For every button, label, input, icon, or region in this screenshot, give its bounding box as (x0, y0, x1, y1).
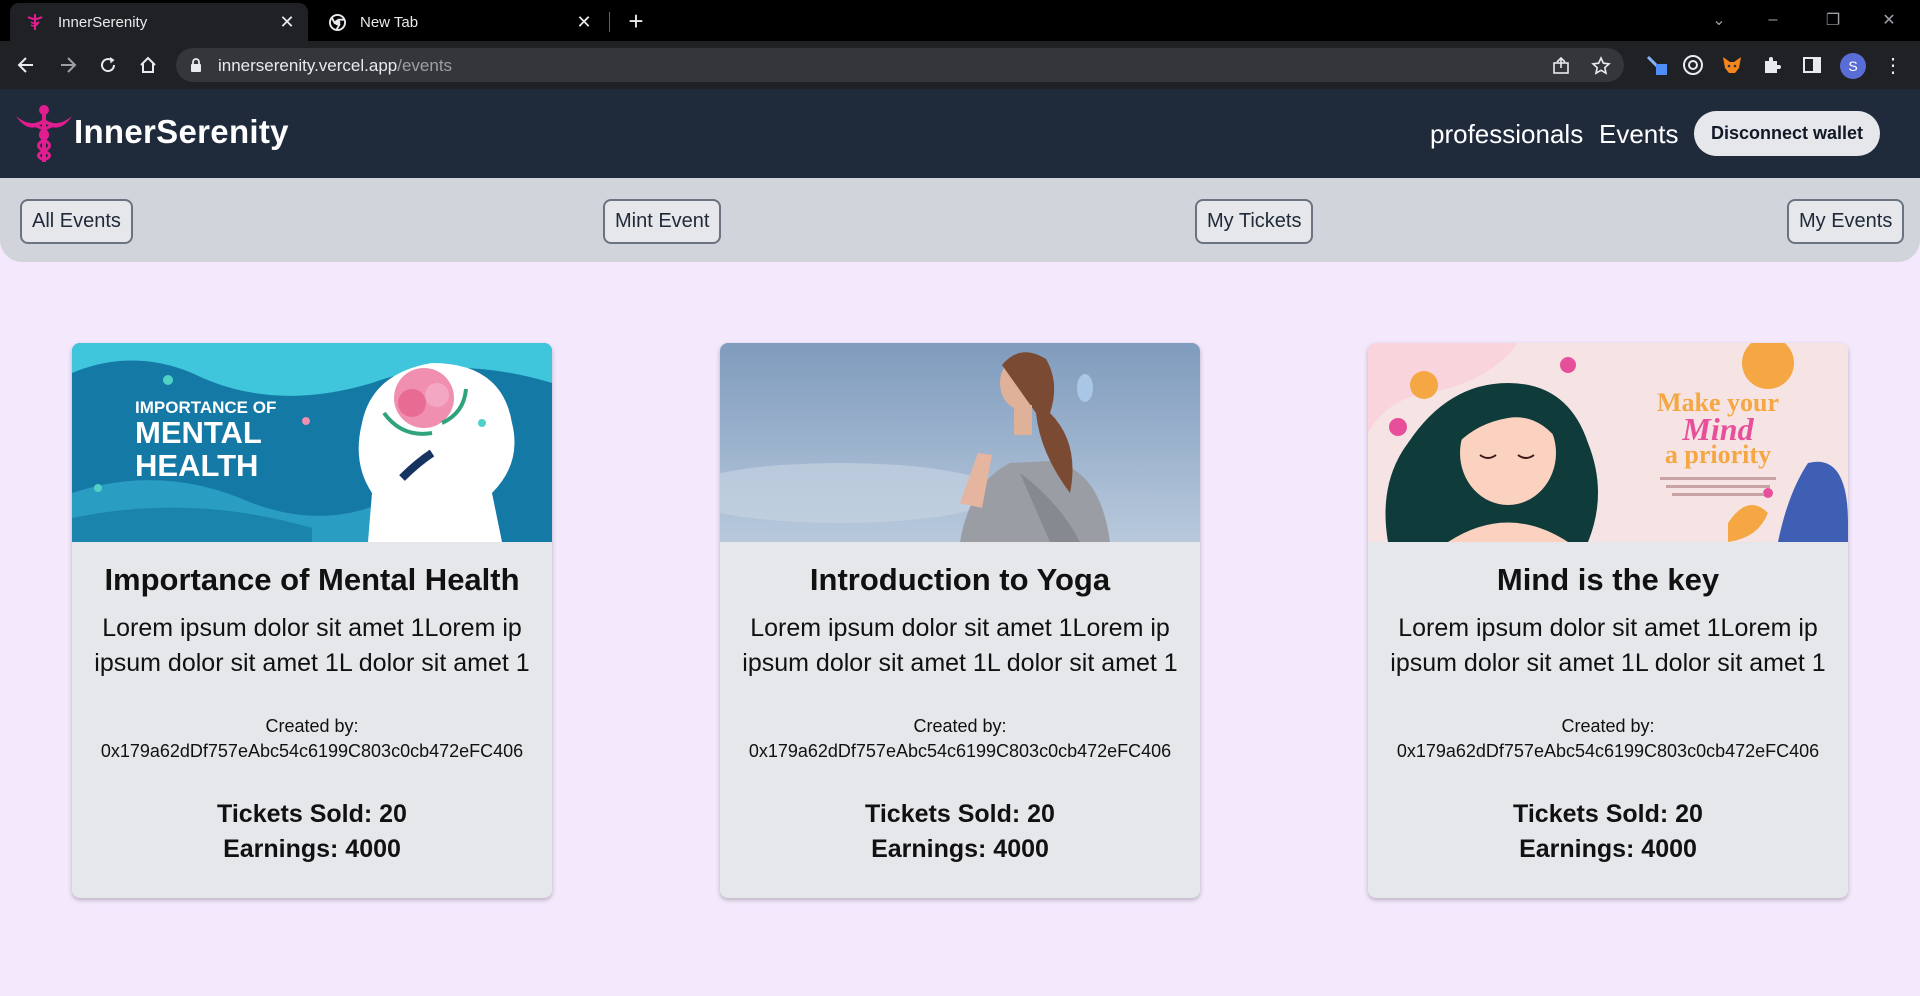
yoga-event-image (720, 343, 1200, 542)
url-path: /events (397, 56, 453, 75)
image-caption-line: HEALTH (135, 448, 258, 483)
window-close-icon[interactable]: ✕ (1868, 4, 1910, 36)
chrome-favicon-icon (328, 13, 346, 31)
lock-icon[interactable] (190, 57, 202, 78)
mind-priority-event-image: Make your Mind a priority (1368, 343, 1848, 542)
image-caption-line: a priority (1665, 440, 1771, 469)
created-by-label: Created by: (265, 716, 359, 736)
my-events-button[interactable]: My Events (1787, 199, 1905, 244)
browser-tabstrip: InnerSerenity ✕ New Tab ✕ + ⌄ – ❐ ✕ (0, 0, 1920, 41)
tickets-sold: Tickets Sold: 20 (217, 800, 407, 828)
creator-address: 0x179a62dDf757eAbc54c6199C803c0cb472eFC4… (100, 741, 524, 761)
side-panel-icon[interactable] (1798, 51, 1826, 79)
mint-event-button[interactable]: Mint Event (603, 199, 722, 244)
created-by-label: Created by: (1561, 716, 1655, 736)
browser-tab-inactive[interactable]: New Tab ✕ (312, 3, 605, 41)
app-header: InnerSerenity professionals Events Disco… (0, 89, 1920, 178)
tab-title: New Tab (360, 13, 419, 31)
metamask-fox-icon[interactable] (1718, 51, 1746, 79)
translate-extension-icon[interactable] (1643, 51, 1671, 79)
url-text[interactable]: innerserenity.vercel.app/events (218, 56, 452, 76)
nav-professionals-link[interactable]: professionals (1430, 119, 1583, 150)
close-tab-icon[interactable]: ✕ (274, 9, 300, 35)
disconnect-wallet-button[interactable]: Disconnect wallet (1694, 111, 1880, 156)
creator-address: 0x179a62dDf757eAbc54c6199C803c0cb472eFC4… (748, 741, 1172, 761)
caduceus-logo-icon[interactable] (14, 102, 74, 164)
creator-address: 0x179a62dDf757eAbc54c6199C803c0cb472eFC4… (1396, 741, 1820, 761)
event-card[interactable]: Introduction to Yoga Lorem ipsum dolor s… (720, 343, 1200, 898)
event-description: Lorem ipsum dolor sit amet 1Lorem ip ips… (94, 614, 530, 677)
event-description: Lorem ipsum dolor sit amet 1Lorem ip ips… (1390, 614, 1826, 677)
events-subnav: All Events Mint Event My Tickets My Even… (0, 178, 1920, 262)
browser-menu-kebab-icon[interactable]: ⋮ (1880, 53, 1906, 79)
tab-separator (609, 12, 610, 32)
event-card[interactable]: IMPORTANCE OF MENTAL HEALTH Importance o… (72, 343, 552, 898)
address-bar[interactable]: innerserenity.vercel.app/events (176, 48, 1624, 82)
my-tickets-button[interactable]: My Tickets (1195, 199, 1314, 244)
reload-icon[interactable] (92, 49, 124, 81)
image-caption-line: MENTAL (135, 415, 262, 450)
tab-title: InnerSerenity (58, 13, 148, 31)
event-title: Introduction to Yoga (809, 562, 1111, 597)
earnings: Earnings: 4000 (223, 835, 401, 863)
nav-events-link[interactable]: Events (1599, 119, 1679, 150)
event-description: Lorem ipsum dolor sit amet 1Lorem ip ips… (742, 614, 1178, 677)
all-events-button[interactable]: All Events (20, 199, 133, 244)
caduceus-favicon-icon (26, 13, 44, 31)
created-by-label: Created by: (913, 716, 1007, 736)
bookmark-star-icon[interactable] (1590, 55, 1612, 77)
event-title: Importance of Mental Health (104, 562, 520, 597)
minimize-icon[interactable]: – (1752, 4, 1794, 36)
extensions-puzzle-icon[interactable] (1758, 51, 1786, 79)
restore-icon[interactable]: ❐ (1812, 4, 1854, 36)
target-extension-icon[interactable] (1679, 51, 1707, 79)
tickets-sold: Tickets Sold: 20 (865, 800, 1055, 828)
close-tab-icon[interactable]: ✕ (571, 9, 597, 35)
url-host: innerserenity.vercel.app (218, 56, 398, 75)
event-card[interactable]: Make your Mind a priority Mind is the ke… (1368, 343, 1848, 898)
browser-tab-active[interactable]: InnerSerenity ✕ (10, 3, 308, 41)
event-title: Mind is the key (1496, 562, 1720, 597)
back-arrow-icon[interactable] (10, 49, 42, 81)
mental-health-event-image: IMPORTANCE OF MENTAL HEALTH (72, 343, 552, 542)
earnings: Earnings: 4000 (871, 835, 1049, 863)
tickets-sold: Tickets Sold: 20 (1513, 800, 1703, 828)
new-tab-plus-icon[interactable]: + (621, 8, 651, 36)
forward-arrow-icon[interactable] (52, 49, 84, 81)
earnings: Earnings: 4000 (1519, 835, 1697, 863)
profile-avatar[interactable]: S (1840, 53, 1866, 79)
tab-search-chevron-icon[interactable]: ⌄ (1698, 4, 1740, 36)
browser-toolbar: innerserenity.vercel.app/events S ⋮ (0, 41, 1920, 89)
share-icon[interactable] (1550, 55, 1572, 77)
brand-name[interactable]: InnerSerenity (74, 113, 289, 151)
home-icon[interactable] (132, 49, 164, 81)
